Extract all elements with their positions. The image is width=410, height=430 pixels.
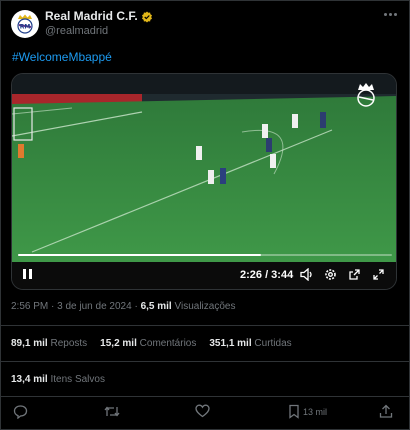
verified-badge-icon[interactable] (141, 11, 153, 23)
saves-stat[interactable]: 13,4 mil Itens Salvos (11, 374, 105, 385)
author-names: Real Madrid C.F. @realmadrid (45, 9, 153, 38)
reply-icon (13, 405, 28, 419)
comments-label: Comentários (139, 338, 197, 349)
comments-stat[interactable]: 15,2 mil Comentários (100, 338, 196, 349)
reposts-count: 89,1 mil (11, 338, 48, 349)
divider (1, 325, 410, 326)
comments-count: 15,2 mil (100, 338, 137, 349)
bookmark-count: 13 mil (303, 406, 328, 417)
bookmark-icon (289, 404, 299, 419)
repost-button[interactable] (104, 404, 120, 419)
share-icon (379, 404, 393, 418)
reply-button[interactable] (13, 404, 28, 419)
share-out-icon[interactable] (348, 268, 361, 281)
divider (1, 361, 410, 362)
avatar[interactable]: RM (11, 10, 39, 38)
pause-icon[interactable] (22, 268, 33, 280)
views-count: 6,5 mil (140, 301, 172, 312)
likes-count: 351,1 mil (209, 338, 252, 349)
reposts-stat[interactable]: 89,1 mil Reposts (11, 338, 87, 349)
fullscreen-icon[interactable] (372, 268, 385, 281)
display-name[interactable]: Real Madrid C.F. (45, 9, 138, 24)
saves-count: 13,4 mil (11, 374, 48, 385)
engagement-stats: 89,1 mil Reposts 15,2 mil Comentários 35… (11, 338, 292, 349)
svg-text:RM: RM (20, 24, 31, 31)
saves-label: Itens Salvos (50, 374, 105, 385)
settings-icon[interactable] (324, 268, 337, 281)
video-time: 2:26 / 3:44 (240, 269, 294, 281)
divider (1, 396, 410, 397)
volume-icon[interactable] (300, 268, 314, 281)
tweet-time[interactable]: 2:56 PM (11, 301, 48, 312)
video-controls (12, 262, 396, 289)
more-options-icon[interactable] (384, 13, 397, 16)
share-button[interactable] (379, 404, 393, 419)
video-progress-bar[interactable] (18, 254, 392, 256)
like-icon (195, 404, 210, 418)
video-progress-fill (18, 254, 262, 256)
handle[interactable]: @realmadrid (45, 25, 153, 38)
tweet-header: RM Real Madrid C.F. @realmadrid (11, 9, 153, 38)
tweet-meta: 2:56 PM · 3 de jun de 2024 · 6,5 mil Vis… (11, 301, 235, 312)
like-button[interactable] (195, 404, 210, 418)
hashtag-link[interactable]: #WelcomeMbappé (12, 50, 112, 64)
action-bar: 13 mil (1, 404, 410, 424)
tweet-date[interactable]: 3 de jun de 2024 (57, 301, 132, 312)
video-frame (12, 74, 396, 262)
repost-icon (104, 406, 120, 417)
video-player[interactable]: 2:26 / 3:44 (11, 73, 397, 290)
real-madrid-crest-icon: RM (17, 14, 33, 34)
meta-separator: · (134, 301, 138, 312)
likes-stat[interactable]: 351,1 mil Curtidas (209, 338, 291, 349)
meta-separator: · (51, 301, 55, 312)
views-label: Visualizações (174, 301, 236, 312)
reposts-label: Reposts (50, 338, 88, 349)
bookmark-button[interactable]: 13 mil (288, 404, 327, 419)
likes-label: Curtidas (254, 338, 292, 349)
tweet-card: RM Real Madrid C.F. @realmadrid #Welcome… (0, 0, 410, 430)
